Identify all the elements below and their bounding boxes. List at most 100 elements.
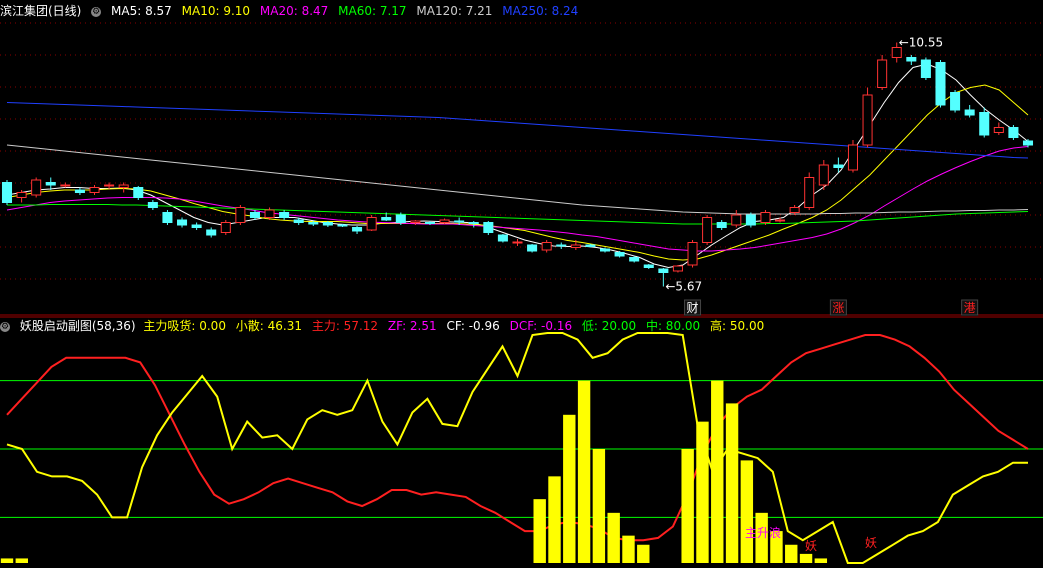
candle <box>527 244 538 252</box>
candle <box>16 192 27 198</box>
xihuo-bar <box>622 535 635 563</box>
ma-line-ma120 <box>6 144 1029 215</box>
xihuo-bar <box>814 558 828 563</box>
candle <box>964 109 975 116</box>
xihuo-bar <box>681 449 694 563</box>
xihuo-bar <box>563 414 576 563</box>
marker-label: 港 <box>964 301 976 315</box>
xihuo-bar <box>725 403 739 563</box>
rise-annotation: 主升浪 <box>745 525 781 540</box>
candle <box>629 257 640 262</box>
candle <box>1008 127 1019 138</box>
candle <box>643 264 654 268</box>
candle <box>249 212 260 218</box>
candle <box>920 59 931 78</box>
candle <box>60 184 71 187</box>
xihuo-bar <box>607 512 620 563</box>
candle <box>804 177 815 208</box>
candle <box>687 242 698 266</box>
candle <box>352 227 363 232</box>
candle <box>439 219 450 223</box>
xihuo-bar <box>711 380 724 563</box>
xihuo-bar <box>592 449 606 563</box>
xihuo-bar <box>533 499 546 563</box>
xihuo-bar <box>15 558 28 563</box>
candle <box>381 217 392 221</box>
xihuo-bar <box>740 460 754 563</box>
candle <box>979 112 990 136</box>
candle <box>220 222 231 233</box>
xihuo-bar <box>548 476 561 563</box>
xihuo-bar <box>799 553 813 563</box>
yao-marker: 妖 <box>805 539 817 553</box>
candle <box>570 244 581 248</box>
candle <box>1022 140 1034 146</box>
yao-marker: 妖 <box>865 536 877 550</box>
candle <box>279 212 290 218</box>
ma-line-ma60 <box>7 204 1029 225</box>
xihuo-bar <box>637 544 650 563</box>
candle <box>424 222 436 224</box>
candle <box>789 207 800 213</box>
xihuo-bar <box>0 558 14 563</box>
candle <box>599 248 611 252</box>
xihuo-bar <box>785 544 798 563</box>
xihuo-bar <box>696 421 709 563</box>
candle <box>483 222 494 233</box>
candle <box>847 144 858 171</box>
candle <box>658 268 669 273</box>
candle <box>497 234 508 242</box>
candle <box>468 222 479 224</box>
candle <box>177 219 188 226</box>
candle <box>585 244 596 247</box>
candle <box>89 187 100 193</box>
candle <box>833 164 844 168</box>
candle <box>162 212 173 223</box>
candle <box>395 214 406 223</box>
candle <box>775 219 786 222</box>
ma-line-ma10 <box>6 84 1029 261</box>
candle <box>745 214 756 226</box>
candle <box>133 187 144 198</box>
candle <box>235 207 246 223</box>
candle <box>731 214 742 226</box>
candle <box>264 209 275 218</box>
zhuli-line <box>6 334 1029 542</box>
candle <box>512 241 523 244</box>
marker-label: 涨 <box>832 300 844 315</box>
ma-line-ma5 <box>6 63 1029 269</box>
high-price-label: ←10.55 <box>899 36 943 50</box>
candle <box>702 217 713 243</box>
candle <box>877 59 888 88</box>
xihuo-bar <box>577 380 591 563</box>
candle <box>293 219 304 223</box>
candle <box>191 224 202 228</box>
xiaosan-line <box>6 332 1028 564</box>
candle <box>614 252 625 257</box>
candle <box>104 184 115 187</box>
candle <box>31 179 42 196</box>
candle <box>716 222 727 228</box>
candle <box>118 184 129 188</box>
candle <box>760 212 771 223</box>
candle <box>74 189 85 193</box>
chart-canvas[interactable]: ←10.55 ←5.67 财 涨 港主升浪妖 妖 <box>0 0 1043 568</box>
candle <box>147 202 158 208</box>
candle <box>45 182 56 186</box>
candle <box>818 164 829 186</box>
candle <box>454 220 465 223</box>
candle <box>906 57 917 62</box>
candle <box>950 92 961 111</box>
ma-line-ma250 <box>6 102 1029 159</box>
candle <box>308 222 319 225</box>
low-price-label: ←5.67 <box>665 280 702 294</box>
candle <box>935 62 946 106</box>
candle <box>556 244 567 247</box>
candle <box>672 265 683 272</box>
candle <box>322 222 333 226</box>
candle <box>993 127 1004 133</box>
candle <box>337 224 348 227</box>
candle <box>541 242 552 251</box>
candle <box>862 94 873 146</box>
candle <box>366 217 377 231</box>
